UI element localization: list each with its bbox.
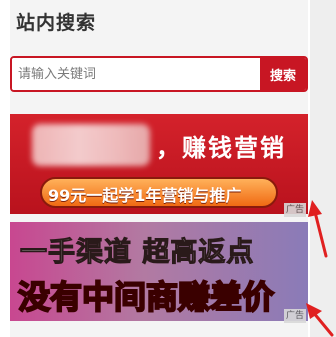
ad-banner-channel[interactable]: 一手渠道 超高返点 没有中间商赚差价 [10, 222, 308, 321]
banner-line-2: 没有中间商赚差价 [17, 277, 275, 317]
blurred-logo [32, 124, 150, 166]
banner-headline: ，赚钱营销 [156, 134, 286, 162]
banner-line-1: 一手渠道 超高返点 [19, 237, 255, 269]
search-input[interactable] [12, 58, 270, 90]
search-button[interactable]: 搜索 [260, 58, 306, 90]
banner-pill-text: 99元一起学1年营销与推广 [48, 186, 242, 205]
page-gutter [310, 0, 336, 337]
annotation-arrow-icon [306, 303, 334, 337]
ad-banner-marketing[interactable]: ，赚钱营销 99元一起学1年营销与推广 [10, 114, 308, 214]
search-box: 搜索 [10, 56, 308, 92]
page-title: 站内搜索 [16, 12, 97, 34]
ad-badge: 广告 [284, 309, 306, 323]
ad-badge: 广告 [284, 203, 306, 217]
annotation-arrow-icon [308, 200, 328, 258]
